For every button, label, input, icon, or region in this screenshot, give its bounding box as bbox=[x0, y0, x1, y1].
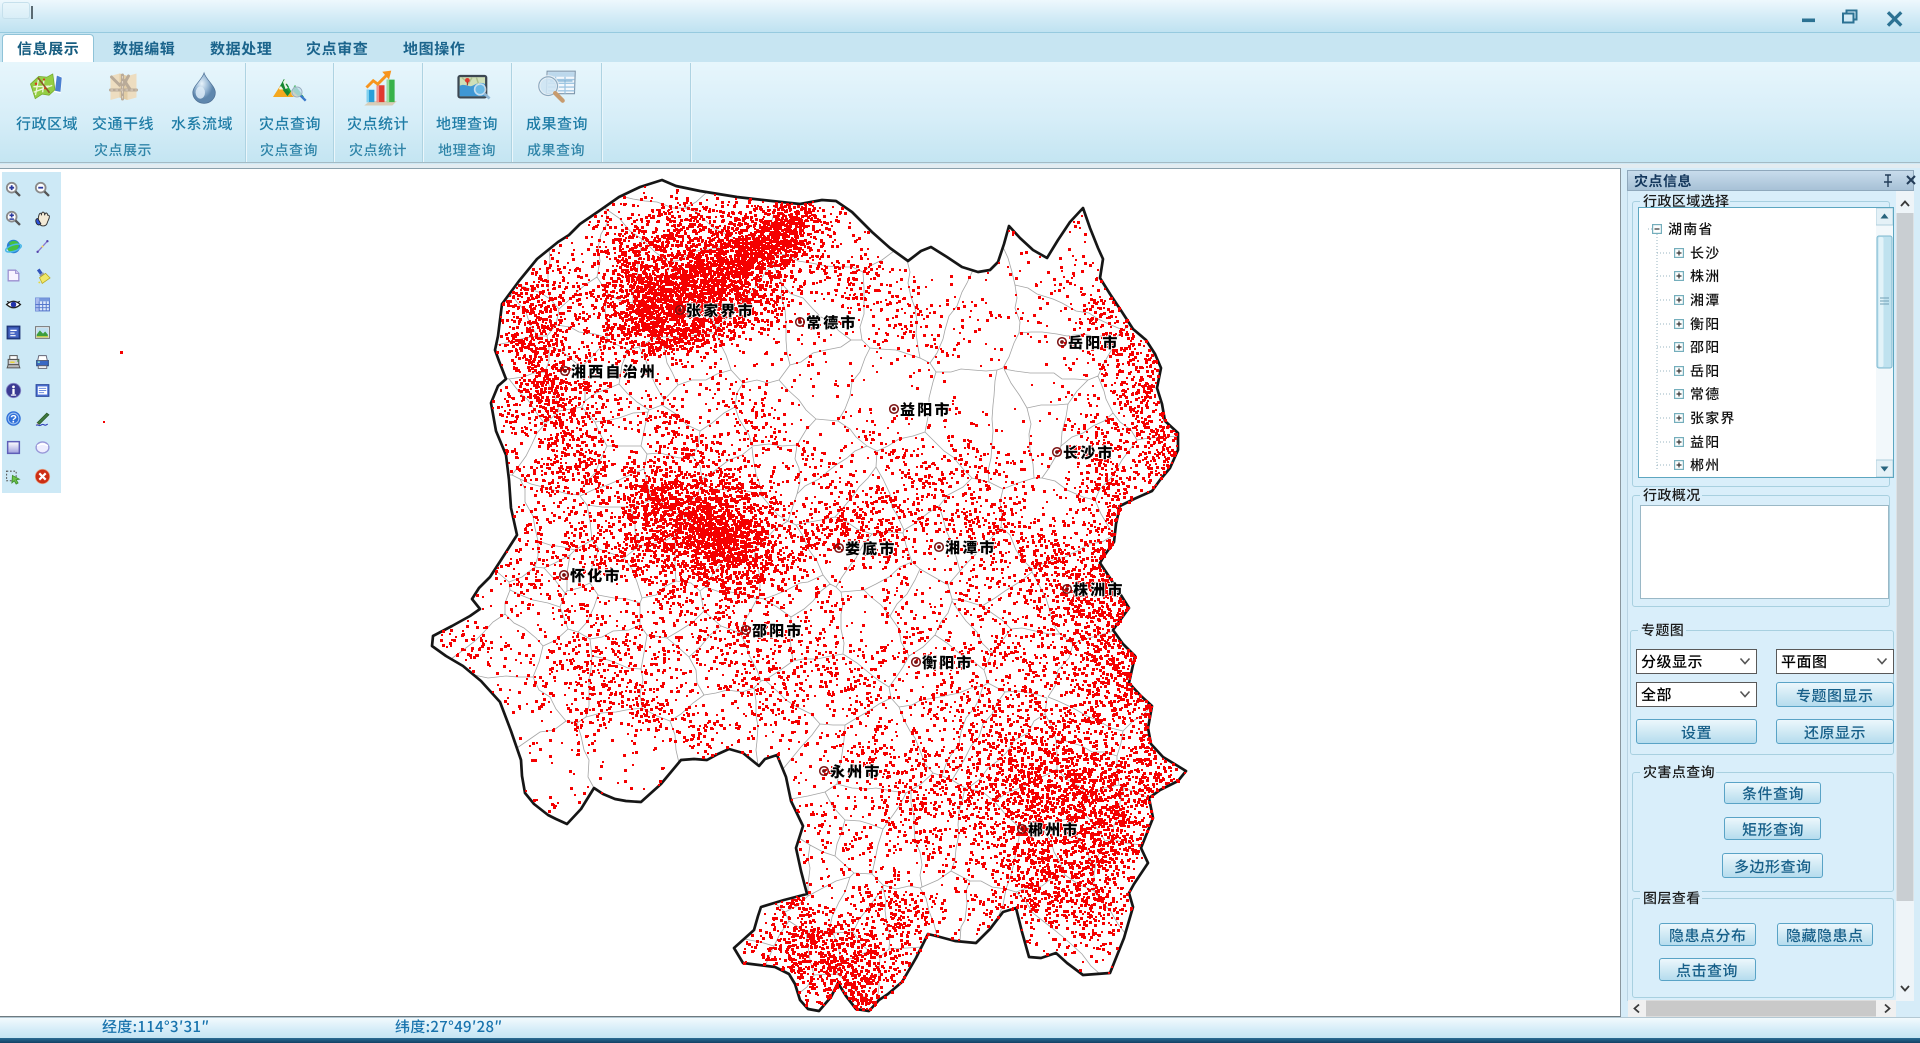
svg-text:?: ? bbox=[10, 413, 17, 425]
